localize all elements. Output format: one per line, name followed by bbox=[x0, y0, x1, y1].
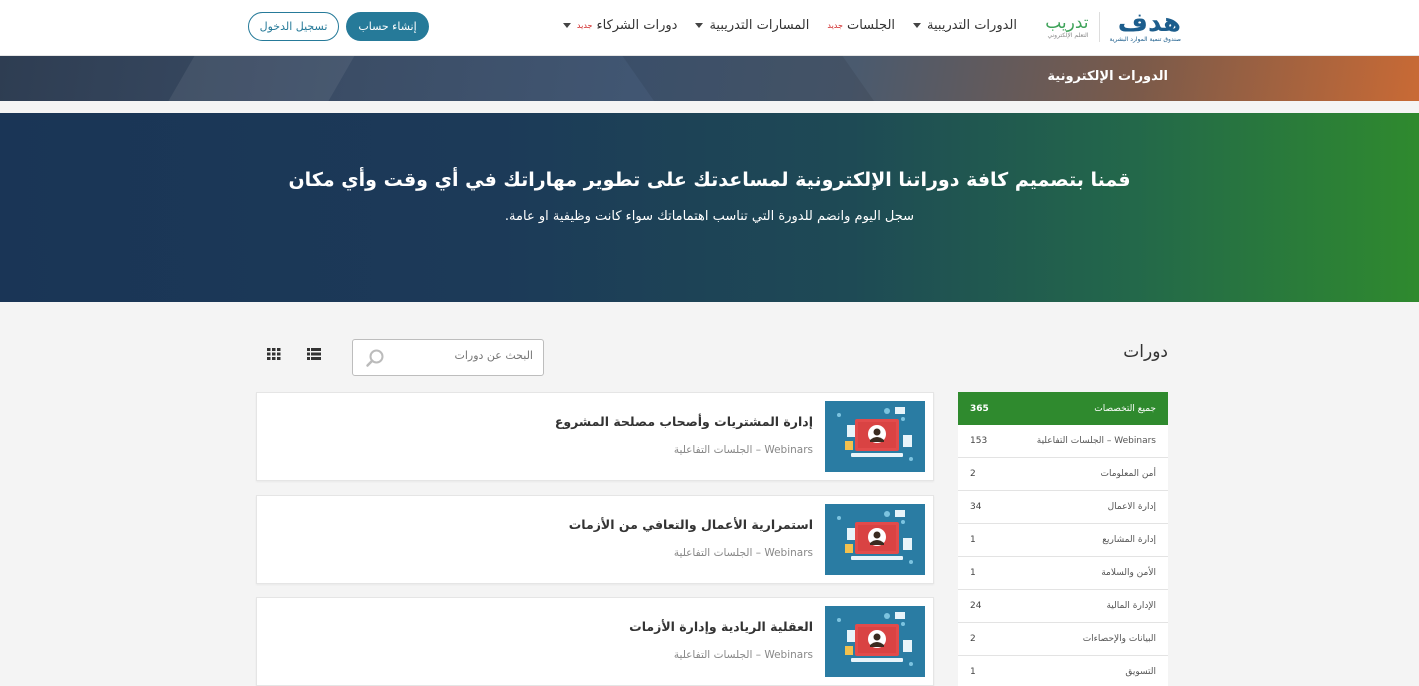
list-view-icon[interactable] bbox=[307, 348, 321, 360]
search-input[interactable] bbox=[393, 349, 533, 362]
grid-view-icon[interactable] bbox=[267, 348, 281, 360]
sidebar-category-item[interactable]: أمن المعلومات 2 bbox=[958, 458, 1168, 491]
hero-subtitle: سجل اليوم وانضم للدورة التي تناسب اهتمام… bbox=[504, 209, 915, 224]
new-badge: جديد bbox=[576, 21, 593, 30]
course-title[interactable]: استمرارية الأعمال والتعافي من الأزمات bbox=[569, 517, 813, 532]
page-title: الدورات الإلكترونية bbox=[1047, 69, 1168, 84]
course-thumbnail[interactable] bbox=[825, 504, 925, 575]
category-count: 1 bbox=[970, 568, 976, 578]
sidebar-category-item[interactable]: التسويق 1 bbox=[958, 656, 1168, 686]
course-thumbnail[interactable] bbox=[825, 606, 925, 677]
sidebar-category-item[interactable]: الأمن والسلامة 1 bbox=[958, 557, 1168, 590]
course-title[interactable]: العقلية الريادية وإدارة الأزمات bbox=[629, 619, 813, 634]
logo-divider bbox=[1098, 11, 1100, 42]
category-label: البيانات والإحصاءات bbox=[1082, 634, 1156, 644]
course-category: Webinars – الجلسات التفاعلية bbox=[673, 649, 813, 661]
sidebar-category-item[interactable]: البيانات والإحصاءات 2 bbox=[958, 623, 1168, 656]
register-button[interactable]: إنشاء حساب bbox=[346, 12, 429, 41]
nav-item[interactable]: دورات الشركاء جديد bbox=[562, 18, 678, 33]
category-count: 153 bbox=[970, 436, 988, 446]
category-label: جميع التخصصات bbox=[1094, 403, 1156, 414]
nav-item[interactable]: الجلسات جديد bbox=[827, 18, 895, 33]
courses-heading: دورات bbox=[1123, 342, 1168, 362]
category-count: 2 bbox=[970, 469, 976, 479]
category-count: 365 bbox=[970, 403, 989, 414]
category-count: 2 bbox=[970, 634, 976, 644]
category-count: 24 bbox=[970, 601, 982, 611]
new-badge: جديد bbox=[827, 21, 843, 30]
sidebar-category-item[interactable]: الإدارة المالية 24 bbox=[958, 590, 1168, 623]
category-label: الإدارة المالية bbox=[1106, 601, 1156, 611]
hero-title: قمنا بتصميم كافة دوراتنا الإلكترونية لمس… bbox=[288, 169, 1131, 191]
sidebar-category-item[interactable]: جميع التخصصات 365 bbox=[958, 392, 1168, 425]
caret-down-icon bbox=[695, 23, 704, 28]
nav-item-label: دورات الشركاء bbox=[596, 18, 678, 33]
course-title[interactable]: إدارة المشتريات وأصحاب مصلحة المشروع bbox=[555, 414, 813, 429]
site-logo[interactable]: هدف صندوق تنمية الموارد البشرية تدريب ال… bbox=[1045, 10, 1181, 43]
nav-item[interactable]: الدورات التدريبية bbox=[913, 18, 1017, 33]
category-count: 1 bbox=[970, 667, 976, 677]
sidebar-category-item[interactable]: إدارة الاعمال 34 bbox=[958, 491, 1168, 524]
page-title-banner: الدورات الإلكترونية bbox=[0, 56, 1419, 101]
category-sidebar: جميع التخصصات 365 Webinars – الجلسات التفا… bbox=[958, 392, 1168, 686]
nav-item-label: الجلسات bbox=[846, 18, 896, 33]
webinar-illustration-icon bbox=[825, 606, 925, 677]
category-label: Webinars – الجلسات التفاعلية bbox=[1036, 436, 1156, 446]
nav-item[interactable]: المسارات التدريبية bbox=[695, 18, 809, 33]
hero-section: قمنا بتصميم كافة دوراتنا الإلكترونية لمس… bbox=[0, 113, 1419, 302]
course-card[interactable]: العقلية الريادية وإدارة الأزمات Webinars … bbox=[256, 597, 934, 686]
spacer bbox=[0, 101, 1419, 113]
category-count: 34 bbox=[970, 502, 982, 512]
search-icon[interactable] bbox=[365, 348, 385, 368]
course-category: Webinars – الجلسات التفاعلية bbox=[673, 444, 813, 456]
category-label: التسويق bbox=[1125, 667, 1156, 677]
login-button[interactable]: تسجيل الدخول bbox=[248, 12, 339, 41]
logo-sub-text: صندوق تنمية الموارد البشرية bbox=[1109, 36, 1181, 43]
category-count: 1 bbox=[970, 535, 976, 545]
logo-main-text: هدف bbox=[1117, 8, 1181, 38]
category-label: الأمن والسلامة bbox=[1101, 568, 1156, 578]
webinar-illustration-icon bbox=[825, 504, 925, 575]
category-label: إدارة المشاريع bbox=[1102, 535, 1156, 545]
caret-down-icon bbox=[562, 23, 571, 28]
nav-item-label: المسارات التدريبية bbox=[709, 18, 810, 33]
sidebar-category-item[interactable]: Webinars – الجلسات التفاعلية 153 bbox=[958, 425, 1168, 458]
webinar-illustration-icon bbox=[825, 401, 925, 472]
main-nav: الدورات التدريبية الجلسات جديد المسارات الت… bbox=[562, 18, 1017, 33]
nav-item-label: الدورات التدريبية bbox=[927, 18, 1017, 33]
caret-down-icon bbox=[913, 23, 922, 28]
course-category: Webinars – الجلسات التفاعلية bbox=[673, 547, 813, 559]
sidebar-category-item[interactable]: إدارة المشاريع 1 bbox=[958, 524, 1168, 557]
logo-tadreeb-sub-text: التعلم الإلكتروني bbox=[1047, 32, 1089, 39]
category-label: إدارة الاعمال bbox=[1107, 502, 1156, 512]
course-card[interactable]: إدارة المشتريات وأصحاب مصلحة المشروع Webi… bbox=[256, 392, 934, 481]
course-thumbnail[interactable] bbox=[825, 401, 925, 472]
category-label: أمن المعلومات bbox=[1100, 469, 1157, 479]
course-search bbox=[352, 339, 544, 376]
course-card[interactable]: استمرارية الأعمال والتعافي من الأزمات Web… bbox=[256, 495, 934, 584]
logo-tadreeb-text: تدريب bbox=[1045, 13, 1089, 33]
top-navbar: هدف صندوق تنمية الموارد البشرية تدريب ال… bbox=[0, 0, 1419, 56]
